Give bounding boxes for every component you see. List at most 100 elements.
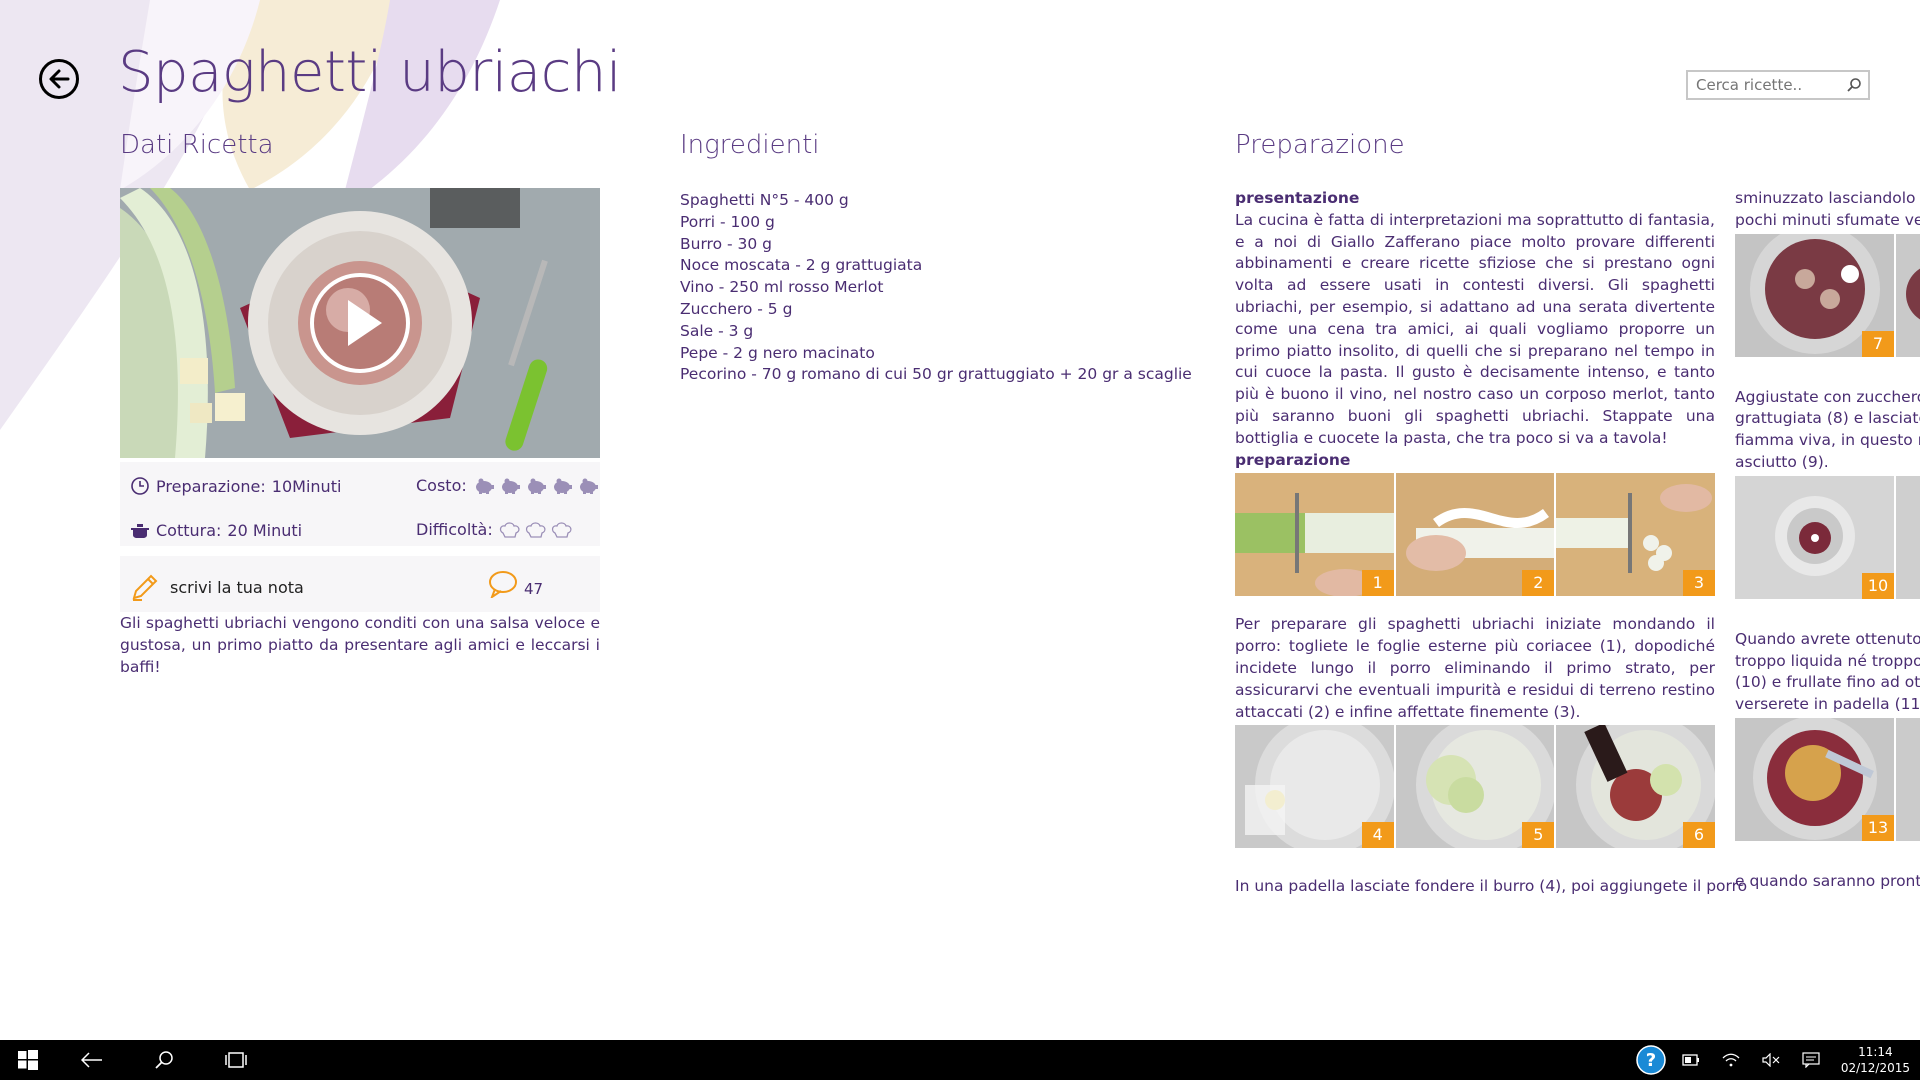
help-icon: ? (1636, 1045, 1666, 1075)
help-button[interactable]: ? (1631, 1040, 1671, 1080)
step-number-badge: 6 (1683, 822, 1716, 849)
wifi-icon (1722, 1053, 1740, 1067)
clock[interactable]: 11:14 02/12/2015 (1831, 1040, 1920, 1080)
text-line: pochi minuti sfumate vers (1735, 210, 1920, 229)
battery-button[interactable] (1671, 1040, 1711, 1080)
speech-bubble-icon (489, 571, 517, 598)
network-button[interactable] (1711, 1040, 1751, 1080)
comment-count: 47 (524, 580, 544, 598)
ingredients-list: Spaghetti N°5 - 400 g Porri - 100 g Burr… (680, 190, 1192, 386)
volume-button[interactable] (1751, 1040, 1791, 1080)
difficulty: Difficoltà: (416, 520, 573, 539)
intro-text: La cucina è fatta di interpretazioni ma … (1235, 210, 1715, 447)
prep-subheading: preparazione (1235, 450, 1351, 469)
ingredient-item: Sale - 3 g (680, 321, 754, 340)
piggy-bank-icon (501, 478, 520, 494)
text-line: fiamma viva, in questo mo (1735, 431, 1920, 450)
arrow-left-icon (49, 69, 70, 89)
step-paragraph-2: In una padella lasciate fondere il burro… (1235, 877, 1748, 896)
step-number-badge: 4 (1361, 822, 1394, 849)
svg-text:?: ? (1646, 1050, 1656, 1071)
taskbar-search-button[interactable] (128, 1040, 200, 1080)
ingredient-item: Pecorino - 70 g romano di cui 50 gr grat… (680, 365, 1192, 384)
search-icon[interactable] (1840, 72, 1868, 98)
text-line: Aggiustate con zucchero ( (1735, 387, 1920, 406)
notifications-button[interactable] (1791, 1040, 1831, 1080)
preparation-column-2: sminuzzato lasciandolo ap pochi minuti s… (1735, 188, 1920, 893)
text-line: Quando avrete ottenuto u (1735, 629, 1920, 648)
ingredients-heading: Ingredienti (680, 130, 820, 160)
step-photos-row-1: 1 2 3 (1235, 473, 1716, 597)
comments-button[interactable]: 47 (488, 570, 543, 598)
step-photo[interactable]: 10 (1735, 475, 1894, 599)
search-icon (155, 1051, 173, 1069)
task-view-button[interactable] (200, 1040, 272, 1080)
ingredient-item: Spaghetti N°5 - 400 g (680, 191, 849, 209)
step-number-badge: 3 (1683, 570, 1716, 597)
taskbar: ? 11:14 02/12/2015 (0, 1040, 1920, 1080)
step-photo[interactable]: 1 (1235, 473, 1394, 597)
step-photo[interactable]: 2 (1395, 473, 1555, 597)
ingredient-item: Pepe - 2 g nero macinato (680, 343, 875, 362)
recipe-description: Gli spaghetti ubriachi vengono conditi c… (120, 614, 600, 676)
clock-date: 02/12/2015 (1840, 1061, 1910, 1075)
difficulty-label: Difficoltà: (416, 520, 493, 539)
text-line: (10) e frullate fino ad otte (1735, 673, 1920, 692)
prep-time: Preparazione: 10Minuti (130, 476, 341, 496)
chef-hat-icon (499, 521, 520, 538)
back-button[interactable] (39, 59, 79, 99)
recipe-stats: Preparazione: 10Minuti Costo: Cottura: 2… (120, 462, 600, 546)
recipe-data-heading: Dati Ricetta (120, 130, 274, 160)
play-icon[interactable] (310, 273, 410, 373)
step-photo[interactable]: 13 (1735, 717, 1894, 841)
system-tray: ? 11:14 02/12/2015 (1631, 1040, 1920, 1080)
piggy-bank-icon (475, 478, 494, 494)
step-photo[interactable]: 3 (1556, 473, 1716, 597)
task-view-icon (225, 1052, 247, 1068)
step-photos-col2-a: 7 (1735, 233, 1920, 357)
ingredient-item: Burro - 30 g (680, 234, 773, 253)
windows-logo-icon (18, 1050, 38, 1070)
battery-icon (1682, 1054, 1699, 1066)
clock-icon (131, 477, 149, 495)
cook-time: Cottura: 20 Minuti (130, 520, 302, 540)
step-photos-col2-b: 10 (1735, 475, 1920, 599)
step-paragraph-1: Per preparare gli spaghetti ubriachi ini… (1235, 615, 1715, 721)
pencil-icon (132, 574, 158, 601)
step-photo[interactable]: 7 (1735, 233, 1894, 357)
step-number-badge: 10 (1862, 572, 1894, 599)
pot-icon (131, 524, 149, 538)
prep-label: Preparazione: (156, 476, 266, 496)
step-photo[interactable]: 6 (1556, 725, 1716, 849)
recipe-video[interactable] (120, 188, 600, 458)
volume-muted-icon (1762, 1053, 1780, 1067)
action-center-icon (1802, 1052, 1820, 1068)
step-photo[interactable]: 5 (1395, 725, 1555, 849)
step-photo-partial[interactable] (1896, 717, 1920, 841)
preparation-heading: Preparazione (1235, 130, 1405, 160)
cook-label: Cottura: (156, 520, 222, 540)
ingredient-item: Zucchero - 5 g (680, 299, 793, 318)
taskbar-back-button[interactable] (56, 1040, 128, 1080)
step-number-badge: 2 (1522, 570, 1555, 597)
arrow-left-icon (81, 1052, 102, 1068)
cost-rating (473, 477, 599, 495)
cook-value: 20 Minuti (227, 520, 303, 540)
step-number-badge: 5 (1522, 822, 1555, 849)
ingredient-item: Porri - 100 g (680, 212, 775, 231)
write-note-button[interactable]: scrivi la tua nota (130, 572, 304, 602)
step-photo-partial[interactable] (1896, 233, 1920, 357)
step-number-badge: 7 (1862, 330, 1894, 357)
search-box[interactable] (1686, 70, 1870, 100)
piggy-bank-icon (553, 478, 572, 494)
search-input[interactable] (1688, 72, 1840, 98)
step-photo[interactable]: 4 (1235, 725, 1394, 849)
start-button[interactable] (0, 1040, 56, 1080)
step-number-badge: 13 (1862, 814, 1894, 841)
step-photos-row-2: 4 5 6 (1235, 725, 1716, 849)
text-line: asciutto (9). (1735, 452, 1829, 471)
step-photo-partial[interactable] (1896, 475, 1920, 599)
prep-value: 10Minuti (271, 476, 342, 496)
text-line: troppo liquida né troppo (1735, 651, 1920, 670)
intro-heading: presentazione (1235, 189, 1360, 207)
